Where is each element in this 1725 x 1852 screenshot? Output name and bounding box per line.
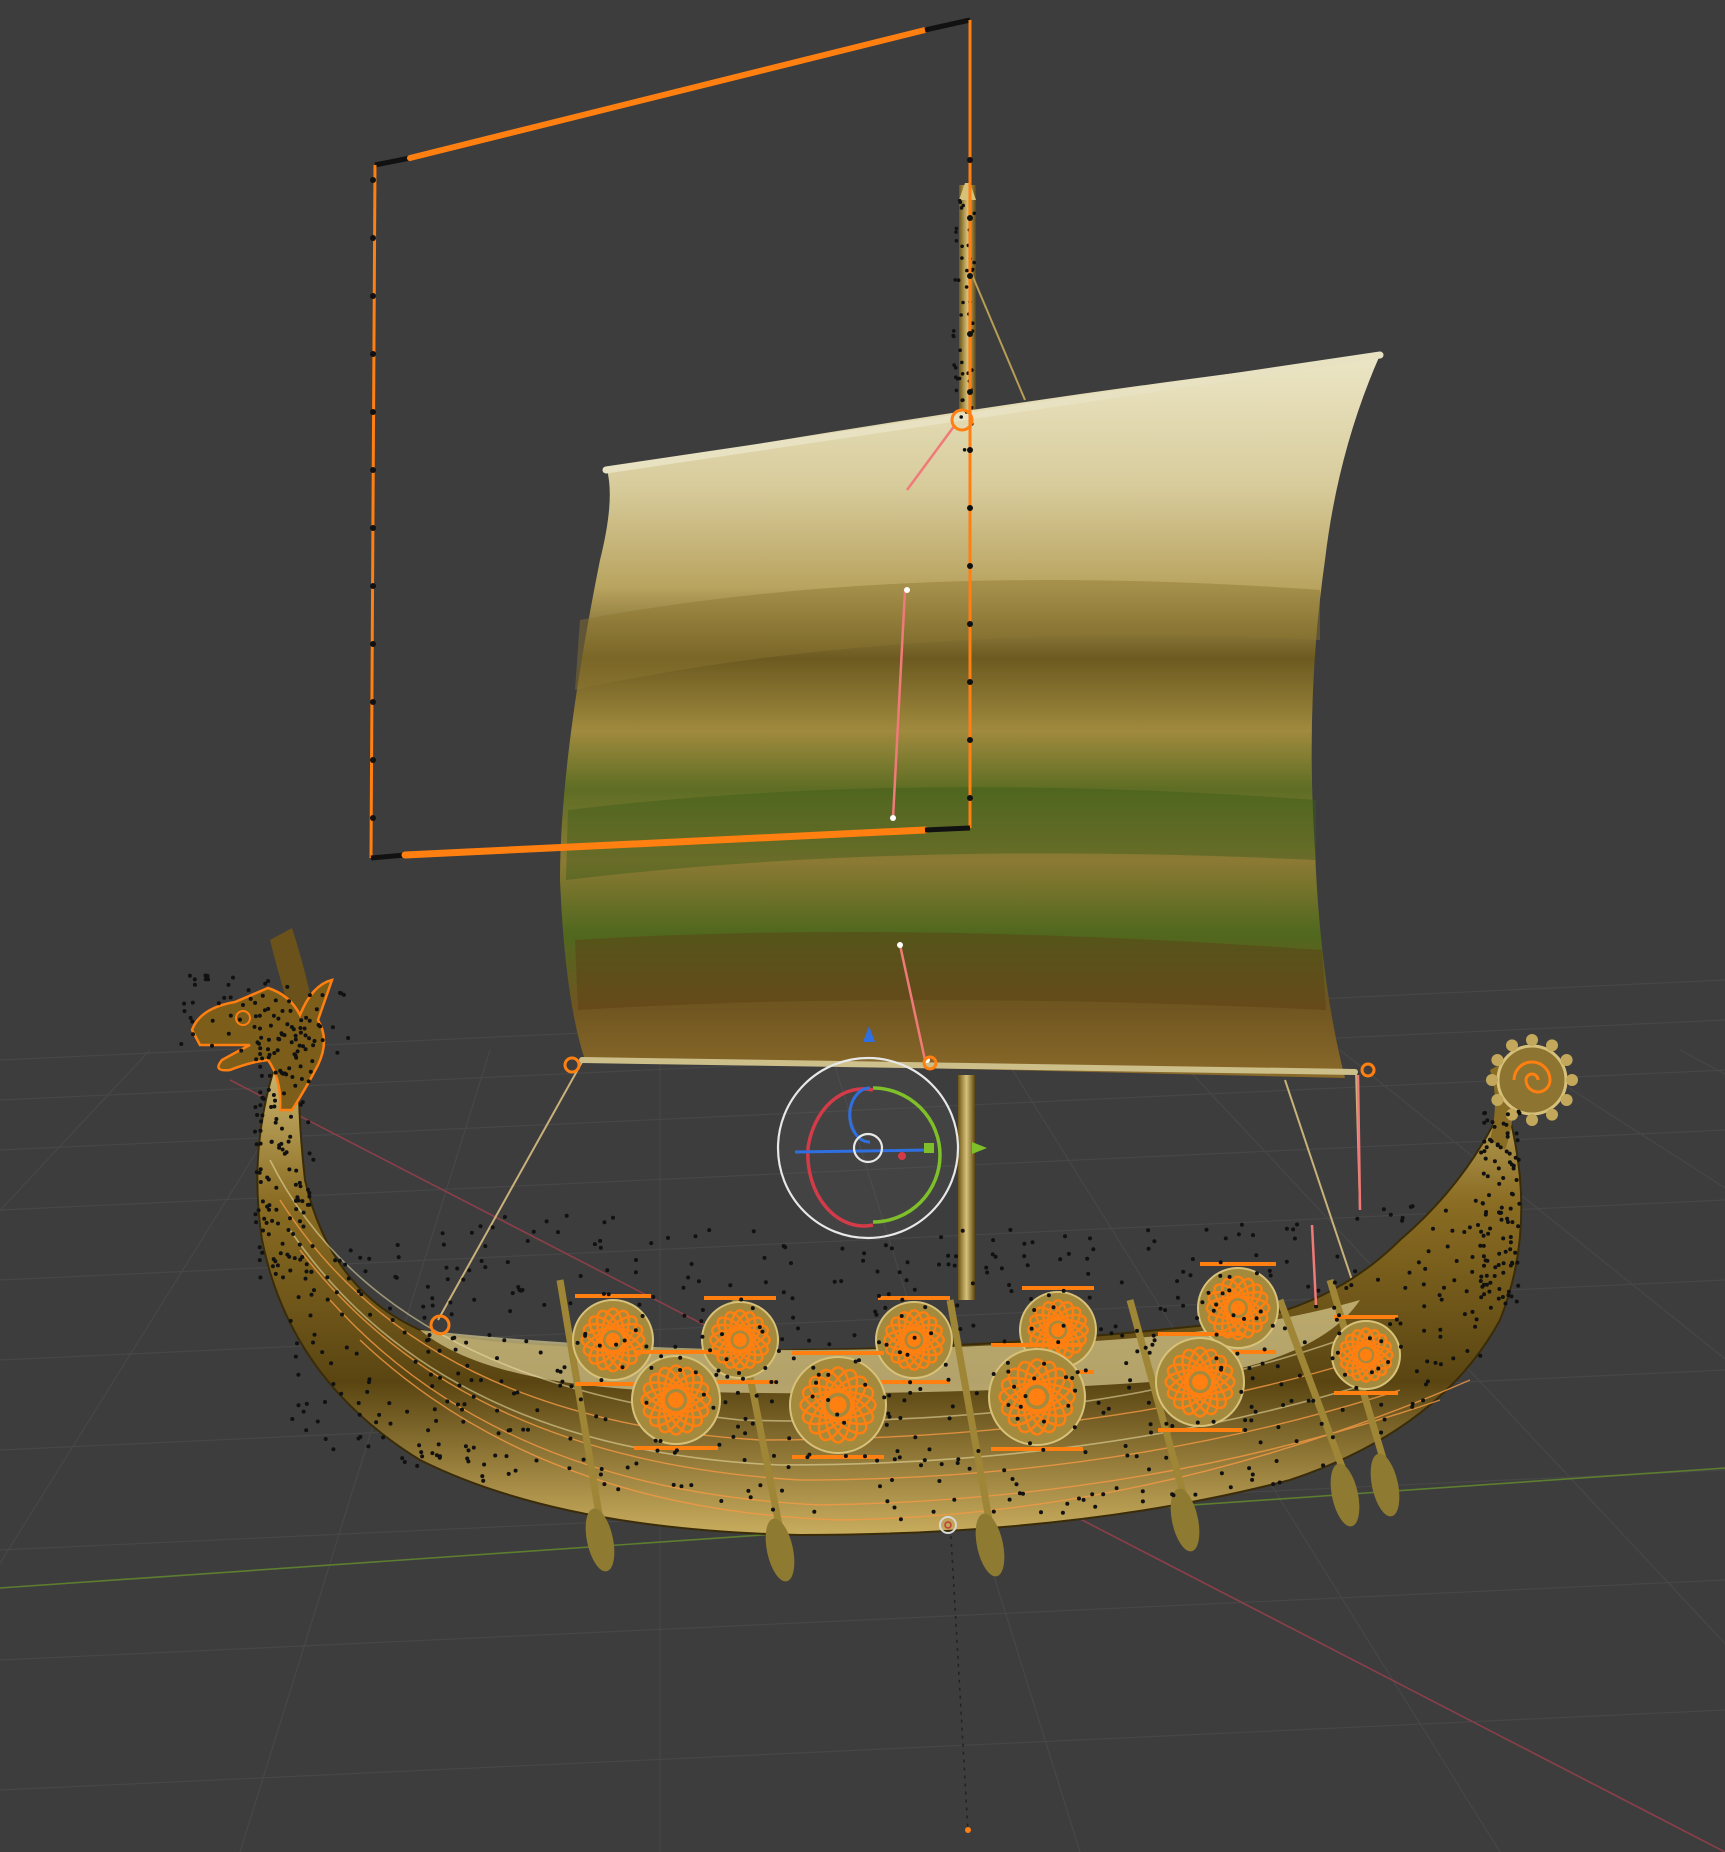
3d-viewport[interactable]	[0, 0, 1725, 1852]
y-axis-arrow-icon[interactable]	[972, 1142, 987, 1154]
origin-dot-icon	[965, 1827, 971, 1833]
z-axis-dotted	[949, 1519, 969, 1833]
